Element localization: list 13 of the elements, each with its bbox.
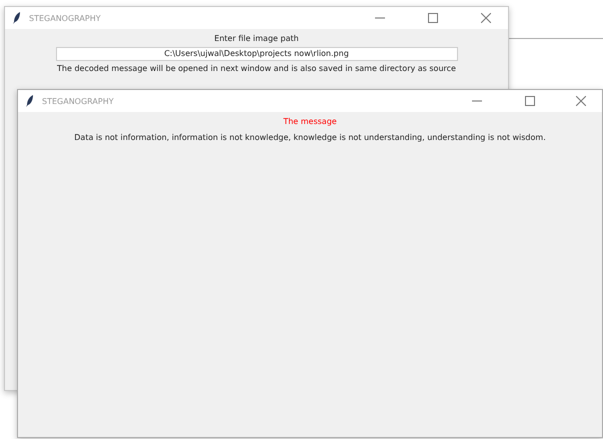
maximize-icon[interactable] [524,96,534,106]
window-title: STEGANOGRAPHY [29,14,101,22]
feather-icon [13,12,21,24]
close-icon[interactable] [576,96,586,106]
maximize-icon[interactable] [428,13,438,23]
message-heading: The message [283,116,337,128]
path-field[interactable]: C:\Users\ujwal\Desktop\projects now\rlion.png [56,47,458,61]
label-text: Data is not information, information is not knowledge, knowledge is not understanding, understanding is not wisdom. [74,132,546,144]
feather-icon [26,95,34,107]
label-text: Enter file image path [214,33,299,45]
window-title: STEGANOGRAPHY [42,96,114,106]
close-icon[interactable] [480,13,490,23]
label-text: The decoded message will be opened in next window and is also saved in same directory as source [57,63,456,75]
